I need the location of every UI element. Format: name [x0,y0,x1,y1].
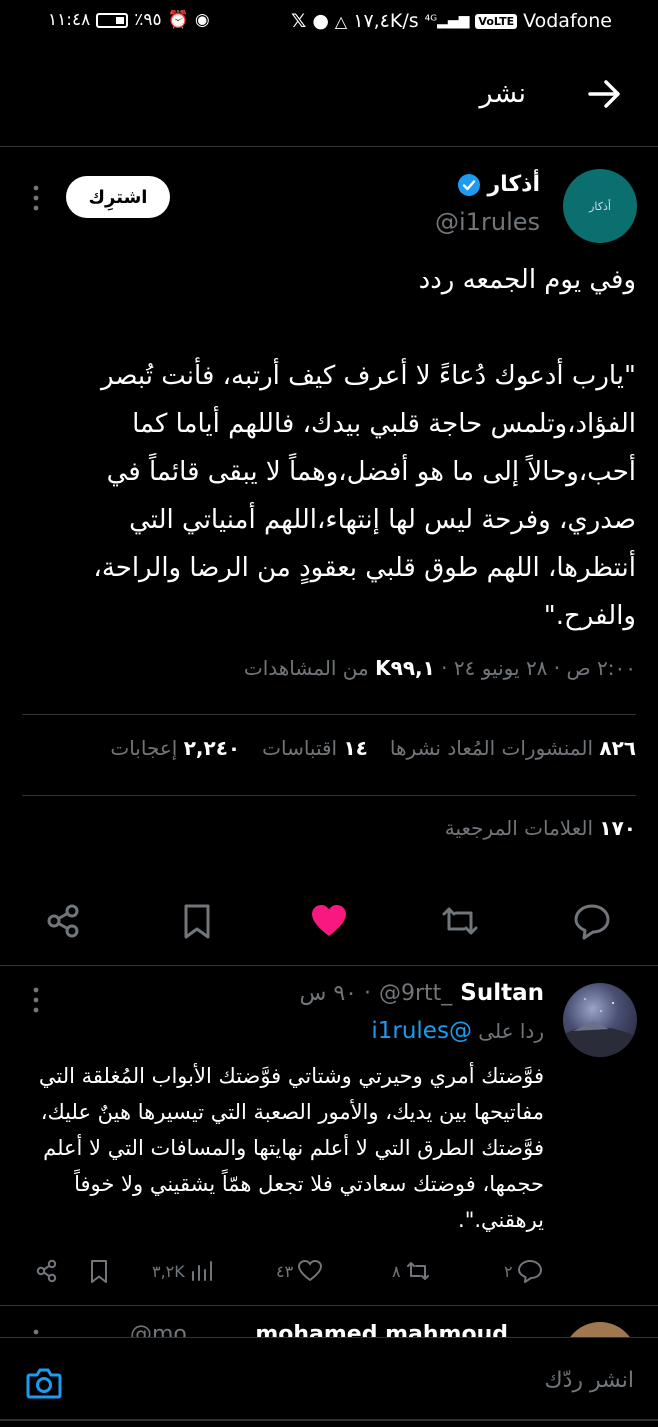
reply-replies-count: ٢ [504,1261,513,1281]
reply-repost-action[interactable]: ٨ [392,1258,431,1284]
verified-badge-icon [458,173,481,196]
carrier-name: Vodafone [523,10,612,32]
reply-reply-action[interactable]: ٢ [504,1258,543,1284]
eye-icon: ◉ [194,10,210,30]
reply-action-bar: ٣,٢K ٤٣ ٨ ٢ [0,1256,658,1290]
likes-stat[interactable]: ٢,٢٤٠ إعجابات [110,736,240,760]
next-reply-handle[interactable]: @mo... [130,1322,207,1338]
next-reply-avatar[interactable] [563,1322,637,1338]
status-bar: ١١:٤٨ ٪٩٥ ⏰ ◉ 𝕏 ● △ ١٧,٤K/s ⁴ᴳ▂▄▆ VoLTE … [0,0,658,44]
reply-share-icon [36,1259,57,1283]
reply-input[interactable]: انشر ردّك [544,1368,634,1393]
tweet-action-bar [0,893,658,949]
reply-repost-icon [406,1262,429,1280]
reposts-count: ٨٢٦ [599,736,636,760]
author-name[interactable]: أذكار [457,172,540,197]
network-speed: ١٧,٤K/s [353,10,419,32]
subscribe-button[interactable]: اشترِك [66,176,170,218]
battery-level: ٪٩٥ [134,10,162,30]
like-filled-icon[interactable] [309,901,349,941]
camera-icon[interactable] [26,1366,62,1400]
reply-author-name[interactable]: Sultan [460,980,544,1006]
author-handle[interactable]: @i1rules [435,208,540,236]
reply-bookmark-action[interactable] [86,1258,112,1284]
author-avatar[interactable]: أذكار [563,169,637,243]
actions-divider [0,965,658,966]
views-bar-icon [191,1261,212,1281]
reply-text: فوَّضتك أمري وحيرتي وشتاتي فوَّضتك الأبو… [38,1064,544,1232]
bookmarks-label: العلامات المرجعية [444,816,594,840]
reply-reposts-count: ٨ [392,1261,401,1281]
navigation-bar [0,1419,658,1421]
meta-divider [22,714,636,715]
reply-share-action[interactable] [34,1258,60,1284]
app-notification-icon: △ [334,11,348,31]
reply-header: ٩٠ س · @9rtt_ Sultan [299,980,544,1006]
quotes-count: ١٤ [343,736,368,760]
stats-divider [22,795,636,796]
reply-like-action[interactable]: ٤٣ [276,1258,323,1284]
bookmark-icon[interactable] [177,901,217,941]
reposts-stat[interactable]: ٨٢٦ المنشورات المُعاد نشرها [390,736,636,760]
reply-divider [0,1305,658,1306]
likes-count: ٢,٢٤٠ [183,736,241,760]
volte-badge: VoLTE [475,13,518,29]
alarm-icon: ⏰ [167,10,189,30]
reply-avatar[interactable] [563,983,637,1057]
header: نشر [0,60,658,132]
reply-views-action[interactable]: ٣,٢K [152,1258,215,1284]
back-arrow-icon[interactable] [584,74,624,114]
status-right: 𝕏 ● △ ١٧,٤K/s ⁴ᴳ▂▄▆ VoLTE Vodafone [291,10,612,32]
share-icon[interactable] [44,901,84,941]
status-left: ١١:٤٨ ٪٩٥ ⏰ ◉ [48,10,210,30]
signal-icon: ⁴ᴳ▂▄▆ [424,13,470,29]
quotes-label: اقتباسات [262,736,338,760]
tweet-meta: ٢:٠٠ ص · ٢٨ يونيو ٢٤ · K٩٩,١ من المشاهدا… [244,656,636,680]
status-time: ١١:٤٨ [48,10,91,30]
next-reply-author-name[interactable]: mohamed mahmoud [255,1322,508,1338]
x-app-icon: 𝕏 [291,10,307,32]
author-name-text: أذكار [487,172,540,197]
reply-bookmark-icon [91,1260,107,1283]
battery-icon [96,12,129,28]
reply-time: ٩٠ س · [299,981,371,1006]
reply-avatar-image [563,998,637,1057]
engagement-stats: ٨٢٦ المنشورات المُعاد نشرها ١٤ اقتباسات … [110,736,636,760]
reply-composer: انشر ردّك [0,1337,658,1427]
reply-likes-count: ٤٣ [276,1261,294,1281]
chat-notification-icon: ● [312,10,329,32]
reply-like-icon [298,1259,323,1282]
tweet-text: وفي يوم الجمعه ردد "يارب أدعوك دُعاءً لا… [93,265,636,631]
header-divider [0,146,658,147]
page-title: نشر [479,78,527,109]
avatar-text: أذكار [589,199,611,213]
views-label: من المشاهدات [243,656,376,680]
quotes-stat[interactable]: ١٤ اقتباسات [262,736,368,760]
repost-icon[interactable] [440,901,480,941]
replying-to: ردا على @i1rules [371,1018,544,1044]
replying-label: ردا على [478,1019,544,1043]
reply-views-count: ٣,٢K [152,1261,185,1281]
next-reply-peek: mohamed mahmoud @mo... [0,1318,658,1338]
reply-handle[interactable]: @9rtt_ [379,981,452,1006]
reposts-label: المنشورات المُعاد نشرها [389,736,594,760]
bookmarks-count: ١٧٠ [599,816,636,840]
views-count: K٩٩,١ [375,656,435,680]
replying-to-handle[interactable]: @i1rules [371,1018,472,1044]
bookmarks-stat[interactable]: ١٧٠ العلامات المرجعية [445,816,636,840]
more-options-icon[interactable] [30,184,42,212]
tweet-timestamp[interactable]: ٢:٠٠ ص · ٢٨ يونيو ٢٤ · [435,656,636,680]
likes-label: إعجابات [110,736,178,760]
reply-reply-icon [517,1260,542,1283]
reply-icon[interactable] [572,901,612,941]
reply-more-options-icon[interactable] [30,986,42,1014]
